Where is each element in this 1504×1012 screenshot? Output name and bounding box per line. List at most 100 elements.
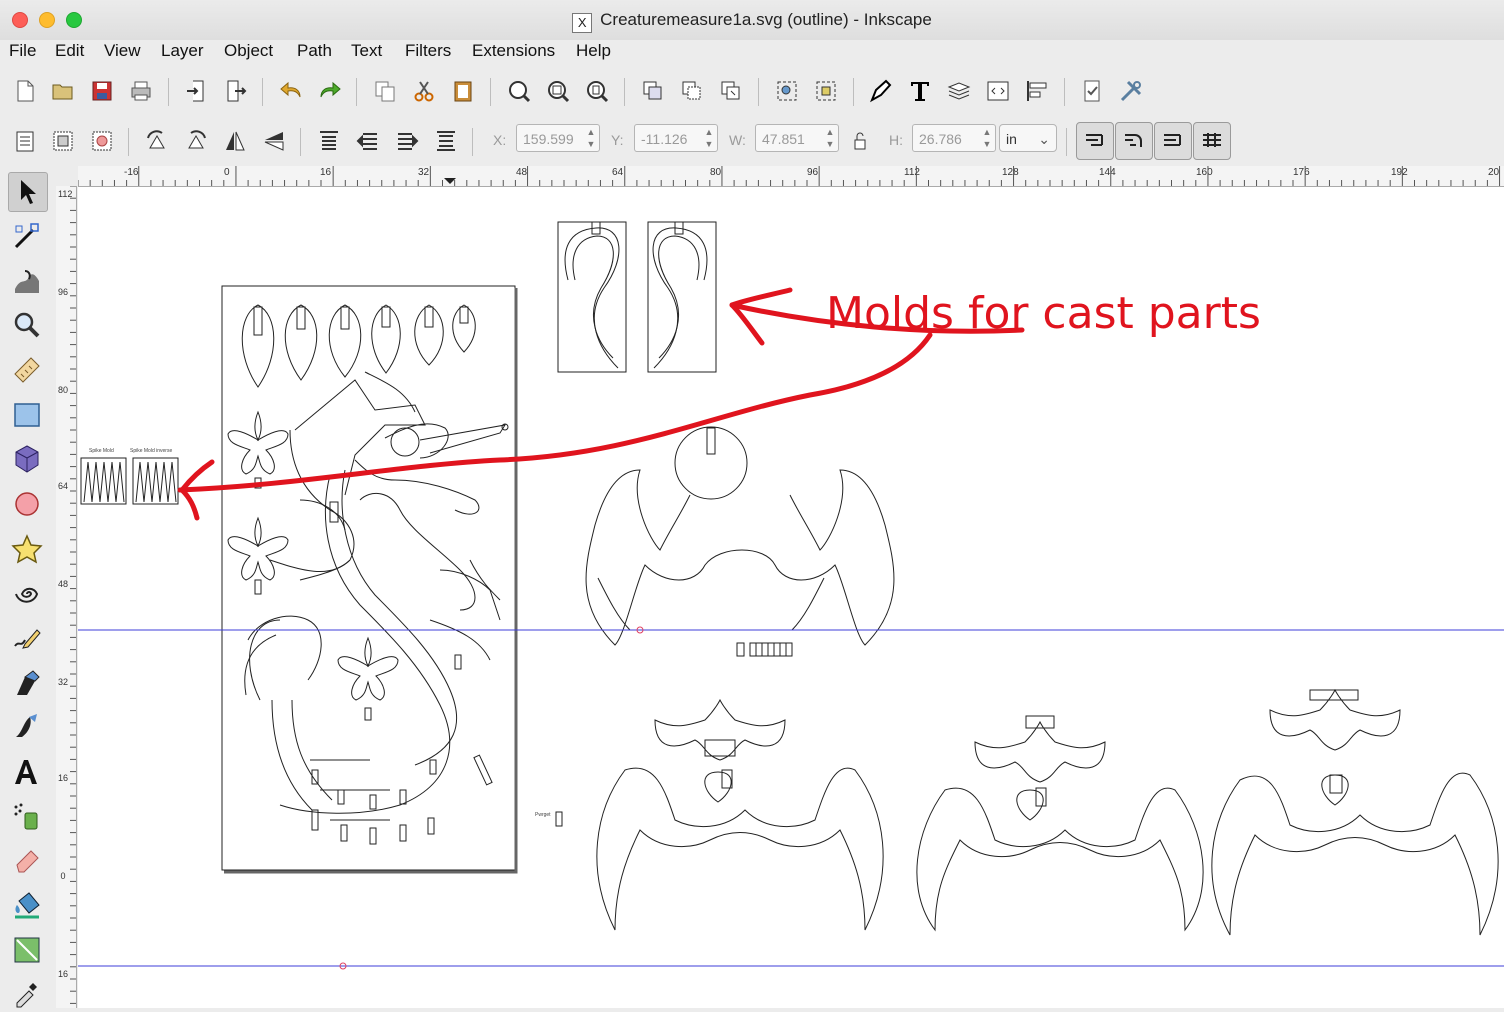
box-3d-tool-icon[interactable] — [8, 440, 46, 478]
clone-icon[interactable] — [677, 76, 707, 106]
open-icon[interactable] — [48, 76, 78, 106]
spiral-tool-icon[interactable] — [8, 575, 46, 613]
flip-vertical-icon[interactable] — [259, 126, 289, 156]
window-title: Creaturemeasure1a.svg (outline) - Inksca… — [600, 10, 932, 29]
menu-file[interactable]: File — [9, 41, 36, 61]
title-bar: X Creaturemeasure1a.svg (outline) - Inksc… — [0, 0, 1504, 41]
paste-icon[interactable] — [448, 76, 478, 106]
document-properties-icon[interactable] — [1077, 76, 1107, 106]
group-icon[interactable] — [772, 76, 802, 106]
toolbox — [0, 166, 57, 1008]
x-stepper[interactable]: ▲ ▼ — [585, 126, 597, 150]
ungroup-icon[interactable] — [811, 76, 841, 106]
skeleton-top — [585, 426, 895, 646]
w-field[interactable]: 47.851 ▲ ▼ — [755, 124, 839, 152]
spike-mold-inverse-label: Spike Mold inverse — [130, 448, 173, 454]
gradient-tool-icon[interactable] — [8, 931, 46, 969]
w-label: W: — [729, 132, 746, 148]
y-field[interactable]: -11.126 ▲ ▼ — [634, 124, 718, 152]
zoom-selection-icon[interactable] — [504, 76, 534, 106]
unit-value: in — [1006, 131, 1017, 147]
vertical-ruler[interactable]: 112 96 80 64 48 32 16 0 16 — [56, 186, 77, 1008]
text-tool-icon[interactable] — [8, 753, 46, 791]
menu-path[interactable]: Path — [297, 41, 332, 61]
menu-edit[interactable]: Edit — [55, 41, 84, 61]
menu-layer[interactable]: Layer — [161, 41, 204, 61]
scale-stroke-toggle[interactable] — [1076, 122, 1114, 160]
copy-icon[interactable] — [370, 76, 400, 106]
drawing-canvas[interactable]: Spike Mold Spike Mold inverse Pwrget — [78, 187, 1504, 1008]
measure-tool-icon[interactable] — [8, 351, 46, 389]
print-icon[interactable] — [126, 76, 156, 106]
h-value: 26.786 — [919, 131, 962, 147]
new-document-icon[interactable] — [10, 76, 40, 106]
pencil-tool-icon[interactable] — [8, 619, 46, 657]
import-icon[interactable] — [182, 76, 212, 106]
move-patterns-toggle[interactable] — [1193, 122, 1231, 160]
star-tool-icon[interactable] — [8, 530, 46, 568]
raise-to-top-icon[interactable] — [314, 126, 344, 156]
xml-editor-icon[interactable] — [983, 76, 1013, 106]
dropper-tool-icon[interactable] — [8, 974, 46, 1012]
fill-stroke-icon[interactable] — [866, 76, 896, 106]
preferences-icon[interactable] — [1116, 76, 1146, 106]
w-value: 47.851 — [762, 131, 805, 147]
deselect-icon[interactable] — [87, 126, 117, 156]
menu-view[interactable]: View — [104, 41, 141, 61]
duplicate-icon[interactable] — [638, 76, 668, 106]
tweak-tool-icon[interactable] — [8, 262, 46, 300]
zoom-page-icon[interactable] — [582, 76, 612, 106]
menu-filters[interactable]: Filters — [405, 41, 451, 61]
zoom-tool-icon[interactable] — [8, 306, 46, 344]
spike-molds — [80, 457, 179, 505]
move-gradients-toggle[interactable] — [1154, 122, 1192, 160]
small-part-label: Pwrget — [535, 812, 551, 818]
x11-app-icon: X — [572, 13, 593, 33]
rib-pieces — [227, 410, 399, 721]
cut-icon[interactable] — [409, 76, 439, 106]
eraser-tool-icon[interactable] — [8, 842, 46, 880]
export-icon[interactable] — [221, 76, 251, 106]
selector-tool-icon[interactable] — [8, 172, 48, 212]
lower-icon[interactable] — [392, 126, 422, 156]
flip-horizontal-icon[interactable] — [220, 126, 250, 156]
layers-icon[interactable] — [944, 76, 974, 106]
annotation-text: Molds for cast parts — [826, 288, 1261, 339]
zoom-drawing-icon[interactable] — [543, 76, 573, 106]
pen-tool-icon[interactable] — [8, 664, 46, 702]
horizontal-ruler[interactable]: -16 0 16 32 48 64 80 96 112 128 144 160 … — [78, 166, 1504, 187]
spray-tool-icon[interactable] — [8, 798, 46, 836]
menu-help[interactable]: Help — [576, 41, 611, 61]
lock-ratio-icon[interactable] — [845, 126, 875, 156]
menu-extensions[interactable]: Extensions — [472, 41, 555, 61]
unlink-clone-icon[interactable] — [716, 76, 746, 106]
h-stepper[interactable]: ▲ ▼ — [981, 126, 993, 150]
rotate-ccw-icon[interactable] — [142, 126, 172, 156]
save-icon[interactable] — [87, 76, 117, 106]
raise-icon[interactable] — [353, 126, 383, 156]
redo-icon[interactable] — [315, 76, 345, 106]
undo-icon[interactable] — [276, 76, 306, 106]
scale-corners-toggle[interactable] — [1115, 122, 1153, 160]
node-tool-icon[interactable] — [8, 217, 46, 255]
lower-to-bottom-icon[interactable] — [431, 126, 461, 156]
calligraphy-tool-icon[interactable] — [8, 708, 46, 746]
select-all-layers-icon[interactable] — [48, 126, 78, 156]
align-distribute-icon[interactable] — [1022, 76, 1052, 106]
select-all-icon[interactable] — [10, 126, 40, 156]
unit-select[interactable]: in ⌄ — [999, 124, 1057, 152]
x-field[interactable]: 159.599 ▲ ▼ — [516, 124, 600, 152]
creature-body — [244, 371, 509, 845]
menu-object[interactable]: Object — [224, 41, 273, 61]
rectangle-tool-icon[interactable] — [8, 396, 46, 434]
y-stepper[interactable]: ▲ ▼ — [703, 126, 715, 150]
ellipse-tool-icon[interactable] — [8, 485, 46, 523]
rotate-cw-icon[interactable] — [181, 126, 211, 156]
menu-text[interactable]: Text — [351, 41, 382, 61]
small-parts — [555, 642, 793, 827]
text-font-icon[interactable] — [905, 76, 935, 106]
menu-bar: File Edit View Layer Object Path Text Fi… — [0, 40, 1504, 64]
w-stepper[interactable]: ▲ ▼ — [824, 126, 836, 150]
h-field[interactable]: 26.786 ▲ ▼ — [912, 124, 996, 152]
paint-bucket-tool-icon[interactable] — [8, 886, 46, 924]
